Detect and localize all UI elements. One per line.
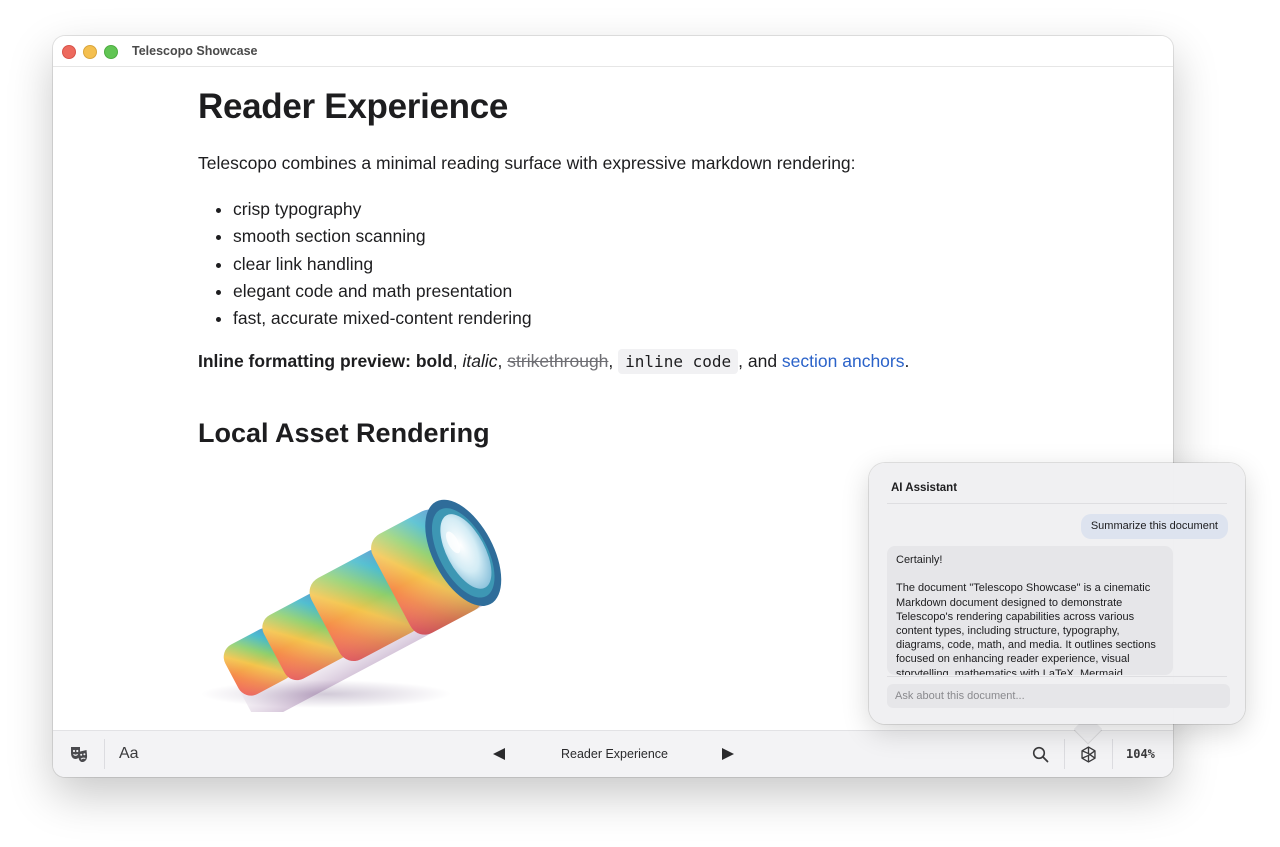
theater-masks-icon[interactable]	[69, 731, 89, 777]
toolbar-divider	[1112, 739, 1113, 769]
list-item: clear link handling	[233, 251, 532, 278]
separator: ,	[497, 351, 508, 371]
assistant-title: AI Assistant	[891, 482, 958, 494]
triangle-right-icon[interactable]	[721, 731, 735, 777]
list-item: elegant code and math presentation	[233, 278, 532, 305]
section-heading: Local Asset Rendering	[198, 418, 490, 448]
reply-body: The document "Telescopo Showcase" is a c…	[896, 582, 1156, 675]
preview-label: Inline formatting preview:	[198, 351, 411, 371]
divider	[887, 503, 1227, 504]
separator: .	[904, 351, 910, 371]
close-window-button[interactable]	[62, 45, 76, 59]
toolbar-divider	[104, 739, 105, 769]
inline-code-sample: inline code	[618, 349, 739, 374]
toolbar-divider	[1064, 739, 1065, 769]
zoom-level[interactable]: 104%	[1126, 731, 1155, 777]
reply-greeting: Certainly!	[896, 554, 943, 566]
list-item: smooth section scanning	[233, 223, 532, 250]
bottom-toolbar: Aa Reader Experience 104%	[53, 730, 1173, 777]
telescope-illustration	[201, 499, 502, 712]
window-title: Telescopo Showcase	[132, 44, 258, 58]
separator: ,	[608, 351, 619, 371]
italic-sample: italic	[462, 351, 498, 371]
font-settings-button[interactable]: Aa	[119, 731, 139, 777]
feature-list: crisp typography smooth section scanning…	[198, 196, 532, 332]
user-message: Summarize this document	[1080, 514, 1228, 539]
list-item: fast, accurate mixed-content rendering	[233, 305, 532, 332]
ask-input[interactable]	[887, 684, 1230, 708]
page-title: Reader Experience	[198, 87, 509, 126]
separator: ,	[452, 351, 463, 371]
section-anchors-link[interactable]: section anchors	[782, 351, 905, 371]
minimize-window-button[interactable]	[83, 45, 97, 59]
triangle-left-icon[interactable]	[492, 731, 506, 777]
list-item: crisp typography	[233, 196, 532, 223]
title-bar: Telescopo Showcase	[53, 36, 1173, 67]
bold-sample: bold	[415, 351, 453, 371]
ai-assistant-panel: AI Assistant Summarize this document Cer…	[869, 463, 1245, 724]
divider	[887, 676, 1227, 677]
zoom-window-button[interactable]	[104, 45, 118, 59]
search-icon[interactable]	[1032, 731, 1049, 777]
current-section-title[interactable]: Reader Experience	[561, 731, 668, 777]
strikethrough-sample: strikethrough	[507, 351, 609, 371]
assistant-reply[interactable]: Certainly! The document "Telescopo Showc…	[887, 546, 1173, 675]
separator: , and	[738, 351, 782, 371]
intro-paragraph: Telescopo combines a minimal reading sur…	[198, 153, 856, 173]
inline-formatting-preview: Inline formatting preview: bold, italic,…	[198, 349, 910, 374]
